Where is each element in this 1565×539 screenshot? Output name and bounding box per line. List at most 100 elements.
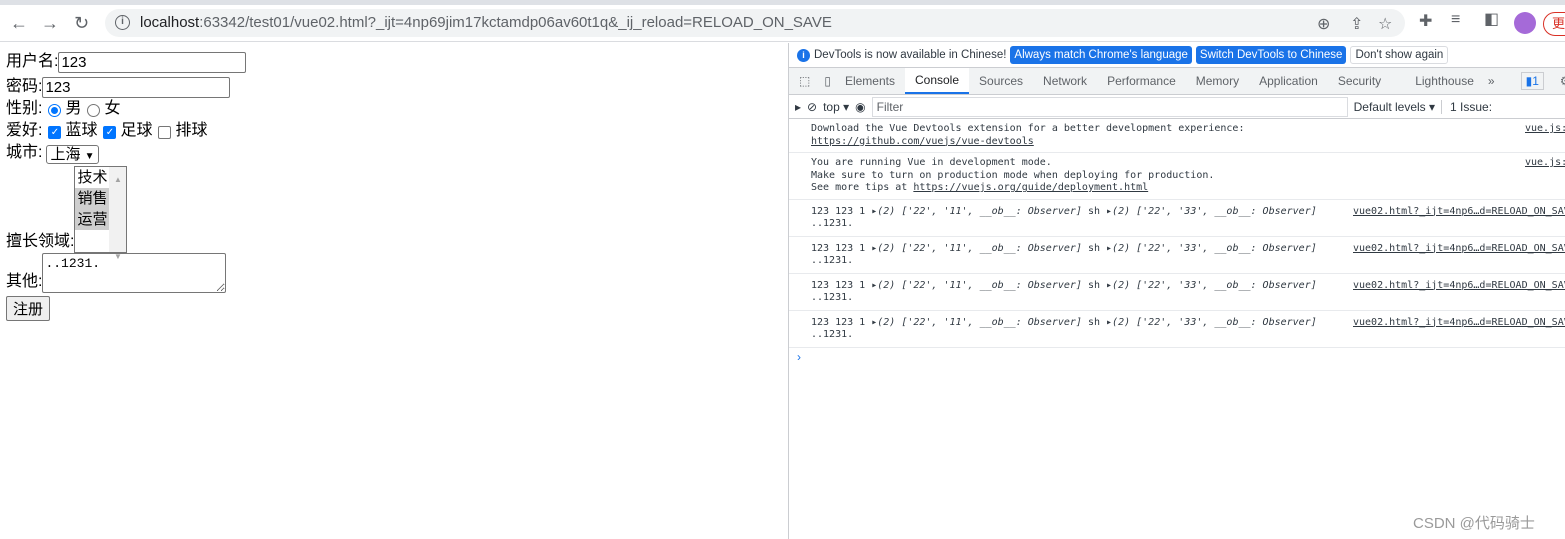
gender-female-label: 女 xyxy=(104,100,121,117)
password-label: 密码: xyxy=(6,78,43,95)
zoom-icon[interactable]: ⊕ xyxy=(1317,14,1330,34)
message-source-link[interactable]: vue02.html?_ijt=4np6…d=RELOAD_ON_SAVE xyxy=(1353,243,1565,256)
register-button[interactable]: 注册 xyxy=(6,296,51,321)
log-array-1[interactable]: (2) ['22', '11', __ob__: Observer] xyxy=(877,206,1082,217)
clear-console-icon[interactable]: ⊘ xyxy=(807,100,817,114)
username-label: 用户名: xyxy=(6,53,59,70)
city-select[interactable]: 上海 ▼ xyxy=(46,145,99,164)
sidebar-toggle-icon[interactable]: ▸ xyxy=(795,100,801,114)
url-text: localhost:63342/test01/vue02.html?_ijt=4… xyxy=(140,14,832,31)
more-tabs-icon[interactable]: » xyxy=(1484,68,1499,94)
infobar-text: DevTools is now available in Chinese! xyxy=(814,49,1007,61)
city-value: 上海 xyxy=(50,146,81,163)
issues-badge[interactable]: ▮1 xyxy=(1517,68,1548,94)
bookmark-star-icon[interactable]: ☆ xyxy=(1378,14,1392,34)
console-toolbar: ▸ ⊘ top ▾ ◉ Filter Default levels ▾ 1 Is… xyxy=(789,95,1565,119)
inspect-icon[interactable]: ⬚ xyxy=(789,68,820,94)
share-icon[interactable]: ⇪ xyxy=(1350,14,1363,34)
avatar[interactable] xyxy=(1514,12,1536,34)
tab-sources[interactable]: Sources xyxy=(969,68,1033,94)
tab-application[interactable]: Application xyxy=(1249,68,1328,94)
message-source-link[interactable]: vue.js: xyxy=(1525,157,1565,170)
filter-input[interactable]: Filter xyxy=(871,96,1348,117)
field-option[interactable]: 销售 xyxy=(75,188,110,209)
log-array-2[interactable]: (2) ['22', '33', __ob__: Observer] xyxy=(1112,206,1317,217)
tab-network[interactable]: Network xyxy=(1033,68,1097,94)
tab-performance[interactable]: Performance xyxy=(1097,68,1186,94)
log-array-2[interactable]: (2) ['22', '33', __ob__: Observer] xyxy=(1112,243,1317,254)
tab-security[interactable]: Security xyxy=(1328,68,1405,94)
settings-gear-icon[interactable]: ⚙ xyxy=(1554,68,1565,94)
message-source-link[interactable]: vue02.html?_ijt=4np6…d=RELOAD_ON_SAVE xyxy=(1353,317,1565,330)
hobby-volleyball-label: 排球 xyxy=(175,122,208,139)
info-icon[interactable]: i xyxy=(115,15,130,30)
chevron-down-icon: ▼ xyxy=(84,151,95,162)
log-text: ..1231. xyxy=(811,292,854,303)
match-language-button[interactable]: Always match Chrome's language xyxy=(1010,46,1192,64)
other-label: 其他: xyxy=(6,273,43,290)
info-icon: i xyxy=(797,48,810,62)
message-text: See more tips at xyxy=(811,182,914,193)
message-source-link[interactable]: vue02.html?_ijt=4np6…d=RELOAD_ON_SAVE xyxy=(1353,280,1565,293)
log-array-2[interactable]: (2) ['22', '33', __ob__: Observer] xyxy=(1112,317,1317,328)
extensions-icon[interactable]: ✚ xyxy=(1419,11,1432,31)
log-array-1[interactable]: (2) ['22', '11', __ob__: Observer] xyxy=(877,280,1082,291)
hobby-basketball-checkbox[interactable]: ✓ xyxy=(48,126,62,139)
hobby-row: 爱好: ✓ 蓝球 ✓ 足球 排球 xyxy=(6,120,782,142)
tab-memory[interactable]: Memory xyxy=(1186,68,1249,94)
back-icon[interactable]: ← xyxy=(10,13,28,34)
gender-female-radio[interactable] xyxy=(87,104,101,117)
log-levels-value: Default levels xyxy=(1353,99,1426,114)
console-log-entry: 123 123 1 ▸(2) ['22', '11', __ob__: Obse… xyxy=(789,311,1565,348)
reload-icon[interactable]: ↻ xyxy=(74,13,89,34)
log-text: sh ▸ xyxy=(1081,205,1113,217)
console-log-entry: 123 123 1 ▸(2) ['22', '11', __ob__: Obse… xyxy=(789,200,1565,237)
side-panel-icon[interactable]: ◧ xyxy=(1484,9,1499,29)
gender-male-radio[interactable] xyxy=(48,104,62,117)
message-text: You are running Vue in development mode. xyxy=(811,157,1052,168)
hobby-volleyball-checkbox[interactable] xyxy=(158,126,172,139)
log-text: ..1231. xyxy=(811,255,854,266)
field-option[interactable]: 运营 xyxy=(75,209,110,230)
update-button[interactable]: 更 xyxy=(1543,12,1565,36)
username-row: 用户名: xyxy=(6,51,782,73)
address-bar[interactable]: i localhost:63342/test01/vue02.html?_ijt… xyxy=(105,9,1405,37)
log-values: 123 123 1 ▸ xyxy=(811,205,878,217)
hobby-football-checkbox[interactable]: ✓ xyxy=(103,126,117,139)
log-levels-select[interactable]: Default levels ▾ xyxy=(1354,100,1435,114)
device-toolbar-icon[interactable]: ▯ xyxy=(820,68,835,94)
switch-chinese-button[interactable]: Switch DevTools to Chinese xyxy=(1195,46,1347,64)
log-text: sh ▸ xyxy=(1081,242,1113,254)
log-array-2[interactable]: (2) ['22', '33', __ob__: Observer] xyxy=(1112,280,1317,291)
forward-icon[interactable]: → xyxy=(41,13,59,34)
live-expression-eye-icon[interactable]: ◉ xyxy=(855,100,865,114)
field-option[interactable]: 技术 xyxy=(75,167,109,188)
console-prompt[interactable]: › xyxy=(789,350,1565,364)
log-values: 123 123 1 ▸ xyxy=(811,316,878,328)
message-source-link[interactable]: vue02.html?_ijt=4np6…d=RELOAD_ON_SAVE xyxy=(1353,206,1565,219)
gender-label: 性别: xyxy=(6,100,43,117)
message-link[interactable]: https://vuejs.org/guide/deployment.html xyxy=(913,182,1148,193)
other-textarea[interactable]: ..1231. xyxy=(42,253,227,293)
hobby-label: 爱好: xyxy=(6,122,43,139)
url-path: :63342/test01/vue02.html?_ijt=4np69jim17… xyxy=(199,14,832,31)
message-source-link[interactable]: vue.js: xyxy=(1525,123,1565,136)
field-listbox[interactable]: 技术 销售 运营 ▲ ▼ xyxy=(74,166,128,261)
console-message: You are running Vue in development mode.… xyxy=(789,153,1565,200)
log-array-1[interactable]: (2) ['22', '11', __ob__: Observer] xyxy=(877,243,1082,254)
tab-console[interactable]: Console xyxy=(904,68,970,94)
media-icon[interactable]: ≡ xyxy=(1451,11,1460,29)
log-array-1[interactable]: (2) ['22', '11', __ob__: Observer] xyxy=(877,317,1082,328)
context-select[interactable]: top ▾ xyxy=(823,100,849,114)
scrollbar[interactable]: ▲ ▼ xyxy=(109,167,127,261)
tab-lighthouse[interactable]: Lighthouse xyxy=(1405,68,1484,94)
issues-button[interactable]: 1 Issue: xyxy=(1441,99,1492,114)
password-row: 密码: xyxy=(6,76,782,98)
language-infobar: i DevTools is now available in Chinese! … xyxy=(789,43,1565,68)
username-input[interactable] xyxy=(58,52,247,73)
tab-elements[interactable]: Elements xyxy=(835,68,905,94)
password-input[interactable] xyxy=(42,77,231,98)
message-link[interactable]: https://github.com/vuejs/vue-devtools xyxy=(811,136,1034,147)
dont-show-again-button[interactable]: Don't show again xyxy=(1350,46,1449,64)
log-values: 123 123 1 ▸ xyxy=(811,279,878,291)
